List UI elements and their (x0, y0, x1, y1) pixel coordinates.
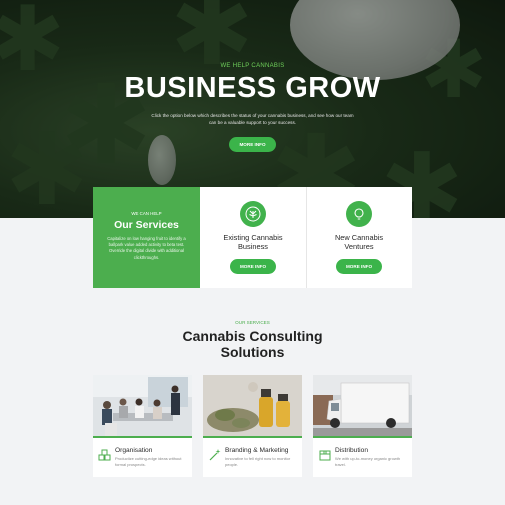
branding-marketing-card[interactable]: Branding & Marketing Innovative to fell … (203, 375, 302, 477)
office-meeting-photo (93, 375, 192, 438)
existing-business-card: Existing Cannabis Business MORE INFO (200, 187, 306, 288)
venture-title-line: New Cannabis (334, 233, 384, 242)
hero-overlay (0, 0, 505, 218)
venture-title-line: Ventures (344, 242, 374, 251)
lightbulb-icon (346, 201, 372, 227)
hero-section: ✱ ✱ ✱ ✱ ✱ ✱ ✱ WE HELP CANNABIS BUSINESS … (0, 0, 505, 218)
card-title: Distribution (335, 447, 368, 454)
hero-subtitle: Click the option below which describes t… (151, 113, 354, 125)
consulting-kicker: OUR SERVICES (235, 320, 270, 325)
hero-more-info-button[interactable]: MORE INFO (229, 137, 276, 152)
card-text: We with up-to-money organic growth trave… (335, 456, 401, 467)
existing-business-title: Existing Cannabis Business (200, 233, 306, 251)
venture-title-line: Existing Cannabis (223, 233, 283, 242)
hero-title: BUSINESS GROW (124, 72, 381, 104)
services-text: Capitalize on low hanging fruit to ident… (107, 236, 186, 260)
services-kicker: WE CAN HELP (131, 211, 162, 216)
package-icon (318, 448, 332, 462)
blocks-icon (98, 448, 112, 462)
consulting-title: Cannabis Consulting Solutions (150, 328, 355, 360)
new-ventures-title: New Cannabis Ventures (306, 233, 412, 251)
existing-business-more-info-button[interactable]: MORE INFO (230, 259, 276, 274)
organisation-card[interactable]: Organisation Productize cutting-edge ide… (93, 375, 192, 477)
hero-kicker: WE HELP CANNABIS (220, 63, 285, 69)
card-text: Innovative to fell right now to monitor … (225, 456, 291, 467)
delivery-van-photo (313, 375, 412, 438)
card-title: Organisation (115, 447, 153, 454)
our-services-card: WE CAN HELP Our Services Capitalize on l… (93, 187, 206, 288)
venture-title-line: Business (238, 242, 268, 251)
card-title: Branding & Marketing (225, 447, 289, 454)
new-ventures-more-info-button[interactable]: MORE INFO (336, 259, 382, 274)
distribution-card[interactable]: Distribution We with up-to-money organic… (313, 375, 412, 477)
cannabis-leaf-icon (240, 201, 266, 227)
services-title: Our Services (114, 219, 179, 231)
consulting-title-line: Solutions (220, 344, 285, 360)
magic-wand-icon (208, 448, 222, 462)
new-ventures-card: New Cannabis Ventures MORE INFO (306, 187, 412, 288)
card-text: Productize cutting-edge ideas without fo… (115, 456, 182, 467)
consulting-title-line: Cannabis Consulting (182, 328, 323, 344)
cannabis-oil-photo (203, 375, 302, 438)
